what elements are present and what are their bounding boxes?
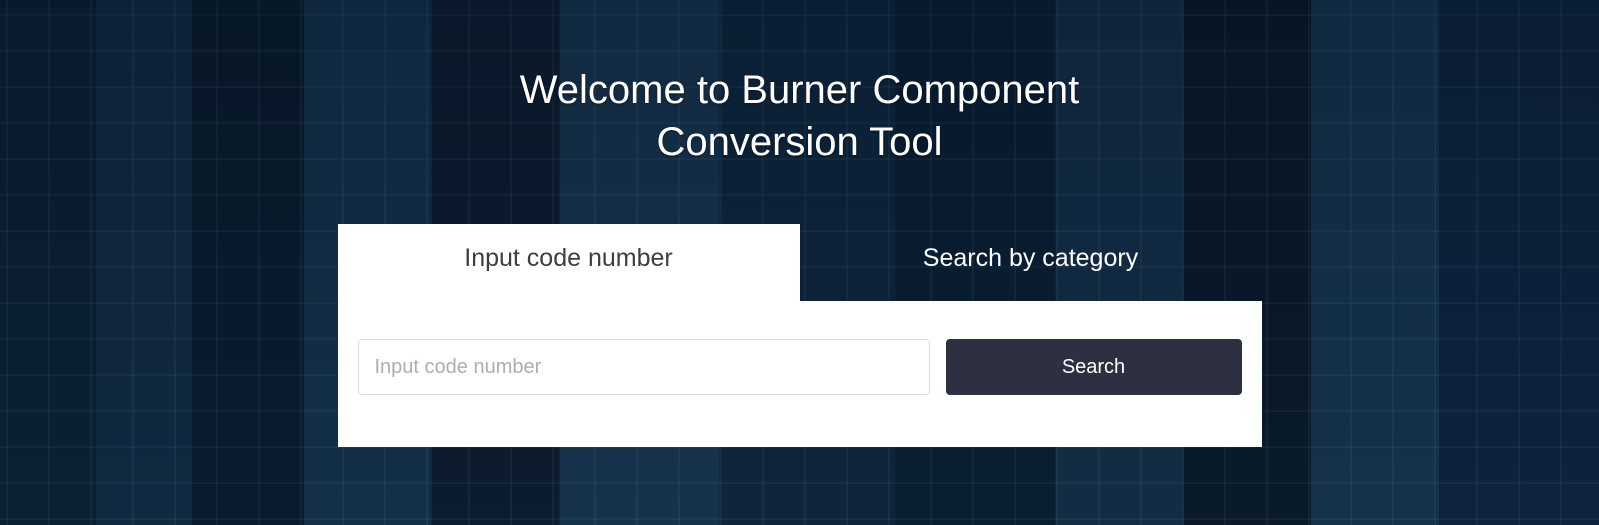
tab-input-code-number[interactable]: Input code number bbox=[338, 224, 800, 301]
conversion-tool: Input code number Search by category Sea… bbox=[338, 224, 1262, 447]
search-button[interactable]: Search bbox=[946, 339, 1242, 395]
hero: Welcome to Burner Component Conversion T… bbox=[0, 0, 1599, 525]
page-title: Welcome to Burner Component Conversion T… bbox=[420, 0, 1180, 168]
tab-search-by-category[interactable]: Search by category bbox=[800, 224, 1262, 301]
code-number-input[interactable] bbox=[358, 339, 930, 395]
input-code-panel: Search bbox=[338, 301, 1262, 447]
content: Welcome to Burner Component Conversion T… bbox=[0, 0, 1599, 447]
tabs: Input code number Search by category bbox=[338, 224, 1262, 301]
